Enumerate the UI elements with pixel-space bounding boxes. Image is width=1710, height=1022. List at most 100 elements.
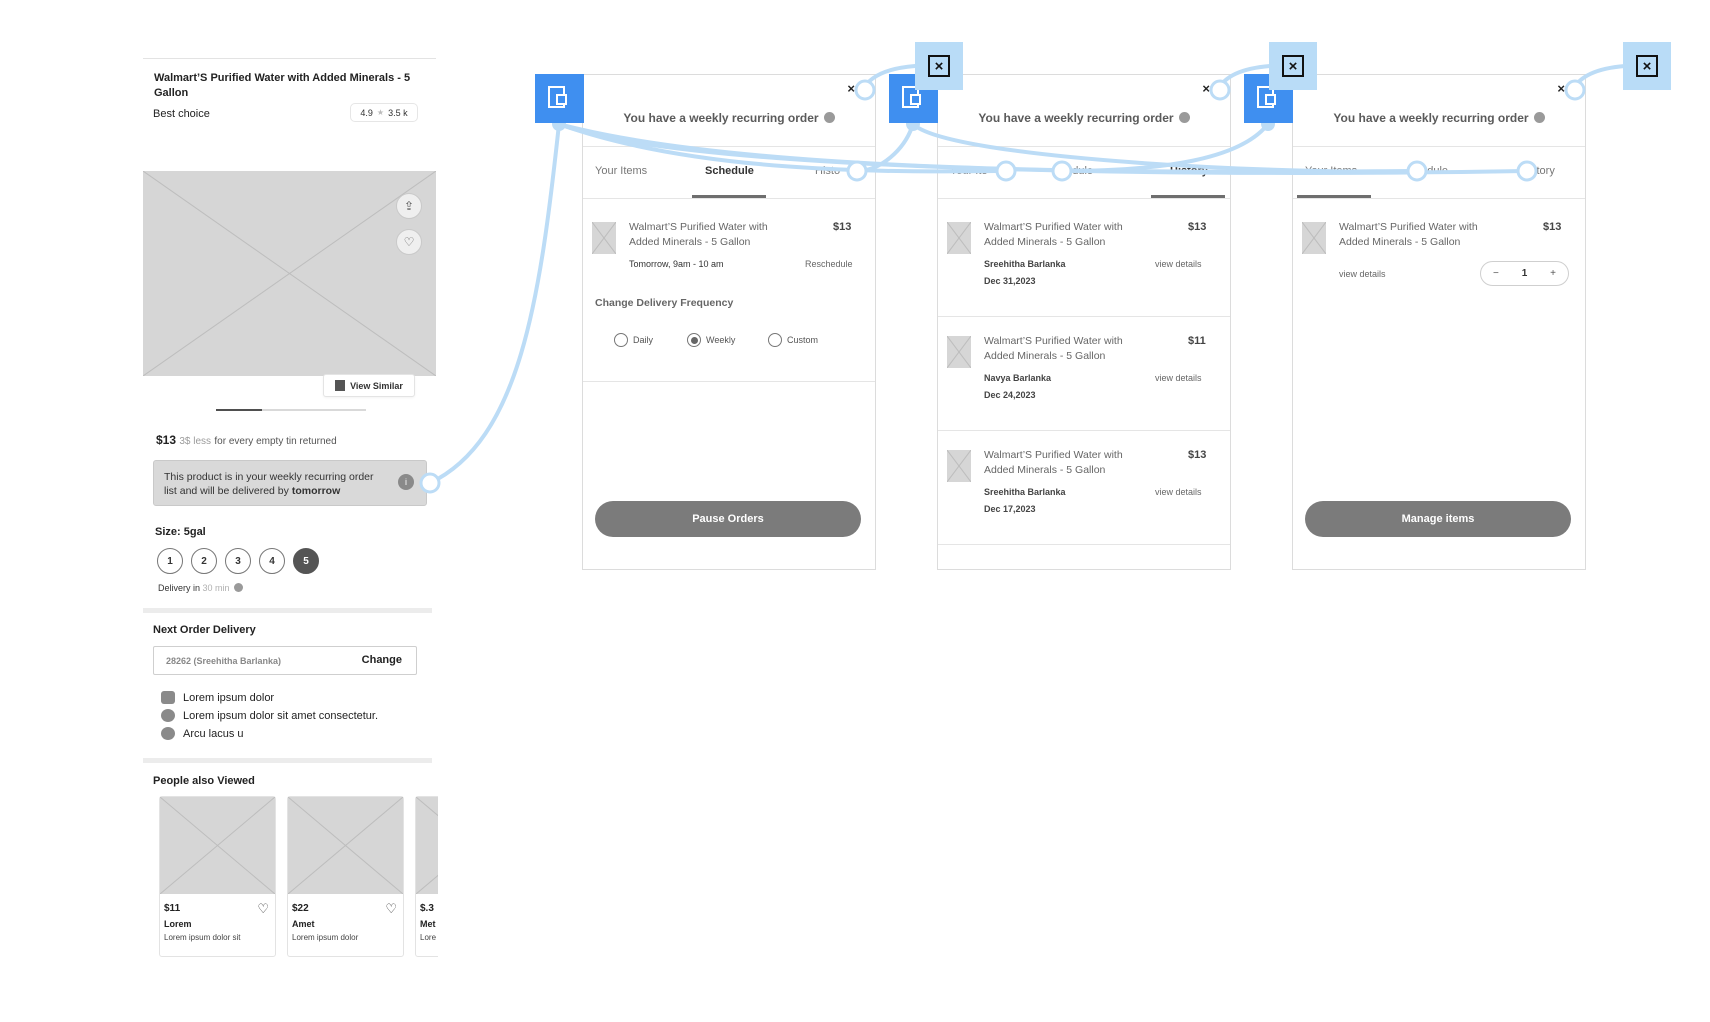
- divider: [938, 198, 1230, 199]
- panel-title-text: You have a weekly recurring order: [1333, 111, 1529, 125]
- size-option-3[interactable]: 3: [225, 548, 251, 574]
- close-box-icon[interactable]: ×: [1623, 42, 1671, 90]
- tab-history[interactable]: Histo: [815, 165, 840, 177]
- feature-item: Lorem ipsum dolor: [161, 691, 274, 704]
- item-price: $13: [1188, 221, 1207, 233]
- card-image: [160, 797, 275, 894]
- view-details-link[interactable]: view details: [1155, 487, 1202, 497]
- screen-link-icon[interactable]: [535, 74, 584, 123]
- divider: [1293, 198, 1585, 199]
- close-box-icon[interactable]: ×: [915, 42, 963, 90]
- tab-history[interactable]: story: [1531, 165, 1555, 177]
- size-option-2[interactable]: 2: [191, 548, 217, 574]
- tab-schedule[interactable]: Schedule: [705, 165, 754, 177]
- recurring-order-notice[interactable]: This product is in your weekly recurring…: [153, 460, 427, 506]
- notice-text: This product is in your weekly recurring…: [164, 470, 384, 498]
- divider: [938, 544, 1230, 545]
- item-thumbnail: [947, 450, 971, 482]
- item-name: Walmart’S Purified Water with Added Mine…: [984, 335, 1123, 362]
- screen-frame: [556, 94, 567, 105]
- close-icon[interactable]: ×: [1557, 81, 1565, 96]
- active-indicator: [216, 409, 262, 411]
- frequency-daily[interactable]: Daily: [614, 333, 653, 347]
- divider: [1293, 146, 1585, 147]
- close-box-icon[interactable]: ×: [1269, 42, 1317, 90]
- favorite-button[interactable]: ♡: [396, 229, 422, 255]
- also-viewed-card[interactable]: $11 ♡ Lorem Lorem ipsum dolor sit: [159, 796, 276, 957]
- share-button[interactable]: ⇪: [396, 193, 422, 219]
- delivery-prefix: Delivery in: [158, 583, 201, 593]
- increase-quantity-button[interactable]: +: [1550, 268, 1556, 279]
- tab-your-items[interactable]: Your Ite: [950, 165, 988, 177]
- also-viewed-carousel[interactable]: $11 ♡ Lorem Lorem ipsum dolor sit $22 ♡ …: [159, 796, 438, 961]
- view-details-link[interactable]: view details: [1339, 269, 1386, 279]
- panel-title: You have a weekly recurring order: [938, 111, 1230, 125]
- frequency-weekly[interactable]: Weekly: [687, 333, 735, 347]
- also-viewed-card[interactable]: $22 ♡ Amet Lorem ipsum dolor: [287, 796, 404, 957]
- close-glyph: ×: [1282, 55, 1304, 77]
- size-option-5-selected[interactable]: 5: [293, 548, 319, 574]
- panel-title-text: You have a weekly recurring order: [978, 111, 1174, 125]
- divider: [938, 430, 1230, 431]
- price: $13: [156, 433, 177, 447]
- section-divider: [143, 608, 432, 613]
- view-similar-button[interactable]: View Similar: [323, 374, 415, 397]
- product-detail-page: Walmart’S Purified Water with Added Mine…: [143, 58, 438, 958]
- discount: 3$ less: [179, 436, 212, 447]
- clock-icon: [823, 112, 835, 123]
- tab-schedule[interactable]: hedule: [1060, 165, 1093, 177]
- next-order-label: Next Order Delivery: [153, 624, 256, 636]
- manage-items-button[interactable]: Manage items: [1305, 501, 1571, 537]
- tab-your-items[interactable]: Your Items: [1305, 165, 1357, 177]
- frequency-custom[interactable]: Custom: [768, 333, 818, 347]
- image-carousel-indicator[interactable]: [216, 409, 366, 411]
- decrease-quantity-button[interactable]: −: [1493, 268, 1499, 279]
- quantity-stepper[interactable]: − 1 +: [1480, 261, 1569, 286]
- also-viewed-card[interactable]: $.3 Met Lore: [415, 796, 438, 957]
- tab-your-items[interactable]: Your Items: [595, 165, 647, 177]
- item-name: Walmart’S Purified Water with Added Mine…: [984, 221, 1123, 248]
- item-price: $13: [1543, 221, 1562, 233]
- order-date: Dec 24,2023: [984, 390, 1036, 400]
- info-icon[interactable]: i: [398, 474, 414, 490]
- card-name: Met: [420, 919, 436, 929]
- notice-body: This product is in your weekly recurring…: [164, 471, 374, 497]
- tab-schedule[interactable]: hedule: [1415, 165, 1448, 177]
- order-date: Dec 17,2023: [984, 504, 1036, 514]
- your-items-panel: × You have a weekly recurring order Your…: [1292, 74, 1586, 570]
- rating-badge: 4.9 ★ 3.5 k: [350, 103, 418, 122]
- reschedule-link[interactable]: Reschedule: [805, 259, 853, 269]
- divider: [938, 316, 1230, 317]
- radio-button-checked: [687, 333, 701, 347]
- item-price: $13: [1188, 449, 1207, 461]
- view-details-link[interactable]: view details: [1155, 259, 1202, 269]
- pause-orders-button[interactable]: Pause Orders: [595, 501, 861, 537]
- image-placeholder-cross: [1302, 222, 1326, 254]
- close-icon[interactable]: ×: [847, 81, 855, 96]
- tab-history[interactable]: History: [1170, 165, 1208, 177]
- similar-icon: [335, 380, 346, 391]
- screen-frame: [910, 94, 921, 105]
- recipient-name: Sreehitha Barlanka: [984, 487, 1066, 497]
- radio-label: Custom: [787, 335, 819, 345]
- product-image[interactable]: ⇪ ♡: [143, 171, 436, 376]
- heart-icon[interactable]: ♡: [385, 901, 397, 917]
- size-option-1[interactable]: 1: [157, 548, 183, 574]
- radio-button: [768, 333, 782, 347]
- change-address-button[interactable]: Change: [362, 654, 402, 666]
- radio-label: Weekly: [706, 335, 736, 345]
- card-price: $11: [164, 903, 181, 914]
- discount-note: for every empty tin returned: [214, 436, 337, 447]
- size-option-4[interactable]: 4: [259, 548, 285, 574]
- divider: [583, 146, 875, 147]
- panel-title: You have a weekly recurring order: [583, 111, 875, 125]
- bag-icon: [161, 691, 175, 704]
- size-options: 1 2 3 4 5: [157, 548, 319, 574]
- heart-icon[interactable]: ♡: [257, 901, 269, 917]
- card-image: [288, 797, 403, 894]
- view-similar-label: View Similar: [350, 380, 403, 391]
- address-field[interactable]: 28262 (Sreehitha Barlanka) Change: [153, 646, 417, 675]
- item-name: Walmart’S Purified Water with Added Mine…: [629, 221, 768, 248]
- close-icon[interactable]: ×: [1202, 81, 1210, 96]
- view-details-link[interactable]: view details: [1155, 373, 1202, 383]
